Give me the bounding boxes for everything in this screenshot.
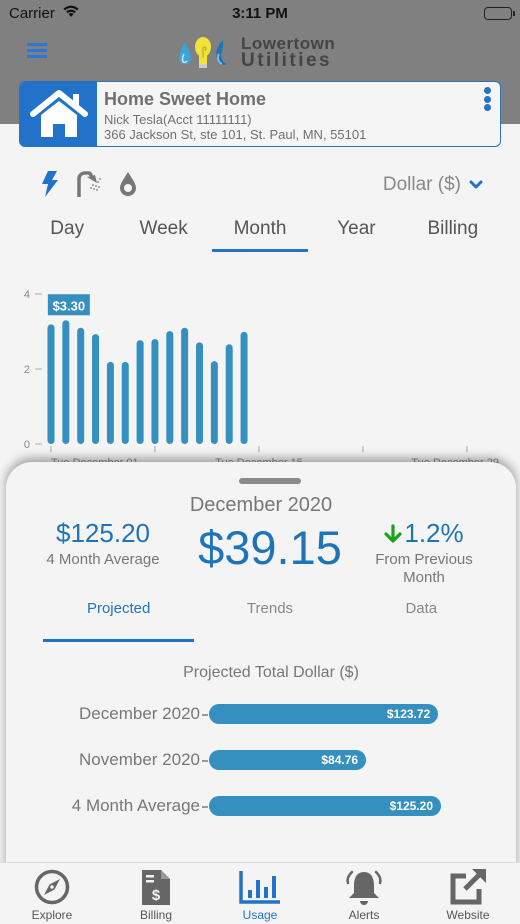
change-value: 1.2%: [354, 518, 494, 549]
tabbar-label: Billing: [139, 908, 172, 922]
chart-bar: [62, 320, 70, 444]
change-label: From Previous Month: [375, 551, 473, 586]
chart-bar: [240, 331, 248, 444]
projected-bar: $125.20: [209, 796, 441, 816]
y-tick-label: 2: [24, 364, 30, 376]
logo-line2: Utilities: [241, 50, 333, 71]
projected-bar: $84.76: [209, 750, 367, 770]
status-bar: Carrier 3:11 PM: [0, 0, 520, 28]
chart-bar: [166, 331, 174, 444]
tabbar-label: Usage: [242, 908, 278, 922]
projected-row-label: December 2020: [79, 704, 200, 723]
tabbar-label: Explore: [31, 908, 73, 922]
chart-bar: [181, 327, 189, 444]
sheet-grabber-handle[interactable]: [239, 478, 301, 484]
chart-bar: [210, 361, 218, 444]
tab-week[interactable]: Week: [115, 216, 211, 252]
chart-bar: [136, 340, 144, 444]
shower-icon[interactable]: [76, 171, 102, 202]
water-drop-icon[interactable]: [118, 171, 138, 202]
chart-bar: [196, 342, 203, 444]
bar-chart-icon: [239, 871, 280, 904]
y-tick-label: 0: [24, 439, 30, 451]
chart-bar: [106, 361, 114, 444]
unit-dropdown[interactable]: Dollar ($): [383, 174, 483, 196]
summary-sheet: December 2020 $125.20 4 Month Average $3…: [6, 462, 516, 882]
bell-icon: [346, 870, 382, 905]
tabbar-explore[interactable]: Explore: [0, 863, 104, 924]
unit-selected: Dollar ($): [382, 174, 461, 195]
tab-data[interactable]: Data: [346, 600, 497, 642]
compass-icon: [34, 869, 70, 905]
tabbar-label: Website: [446, 908, 490, 922]
tab-billing[interactable]: Billing: [405, 216, 501, 252]
projected-bar-value: $125.20: [389, 799, 433, 813]
tabbar-usage[interactable]: Usage: [208, 863, 312, 924]
account-holder: Nick Tesla(Acct 11111111): [104, 112, 252, 127]
period-tabs: Day Week Month Year Billing: [19, 216, 501, 252]
account-card[interactable]: Home Sweet Home Nick Tesla(Acct 11111111…: [19, 81, 501, 147]
projected-row: November 2020 $84.76: [6, 749, 516, 771]
bottom-tab-bar: Explore $ Billing Usage Alerts Website: [0, 862, 520, 924]
chart-bar: [225, 344, 233, 444]
chart-tooltip-label: $3.30: [53, 298, 86, 313]
home-icon: [20, 82, 97, 146]
chart-bar: [92, 334, 100, 444]
account-address: 366 Jackson St, ste 101, St. Paul, MN, 5…: [104, 127, 367, 142]
change-percent: 1.2%: [404, 518, 464, 548]
y-tick-label: 4: [24, 289, 30, 301]
tabbar-alerts[interactable]: Alerts: [312, 863, 416, 924]
hamburger-menu-button[interactable]: [27, 43, 47, 59]
tab-day[interactable]: Day: [19, 216, 115, 252]
tabbar-website[interactable]: Website: [416, 863, 520, 924]
summary-tabs: Projected Trends Data: [43, 600, 497, 642]
projected-row: 4 Month Average $125.20: [6, 795, 516, 817]
projected-title: Projected Total Dollar ($): [183, 664, 359, 681]
status-time: 3:11 PM: [232, 5, 288, 22]
projected-bar-value: $84.76: [321, 753, 359, 767]
external-link-icon: [450, 869, 486, 905]
svg-text:$: $: [152, 887, 161, 904]
usage-screen: Carrier 3:11 PM Lowertown Utilities Home…: [0, 0, 520, 924]
axis-tick: [202, 714, 208, 716]
tabbar-billing[interactable]: $ Billing: [104, 863, 208, 924]
axis-tick: [202, 760, 208, 762]
projected-row-label: November 2020: [79, 750, 200, 769]
tab-projected[interactable]: Projected: [43, 600, 195, 642]
arrow-down-icon: [384, 523, 402, 543]
chart-bar: [77, 327, 85, 444]
chart-bar: [151, 339, 159, 444]
current-cost-value: $39.15: [198, 521, 342, 574]
projected-row: December 2020 $123.72: [6, 703, 516, 725]
account-name: Home Sweet Home: [104, 89, 267, 109]
projected-row-label: 4 Month Average: [71, 796, 200, 815]
tab-month[interactable]: Month: [212, 216, 309, 252]
axis-tick: [202, 806, 208, 808]
lightning-icon[interactable]: [40, 171, 60, 202]
tab-trends[interactable]: Trends: [194, 600, 345, 642]
chevron-down-icon: [469, 180, 483, 189]
bill-icon: $: [142, 870, 170, 905]
lowertown-utilities-logo: Lowertown Utilities: [177, 32, 335, 72]
utility-logo-icon: [179, 37, 227, 68]
usage-bar-chart[interactable]: 024Tue December 01Tue December 15Tue Dec…: [0, 280, 520, 470]
battery-icon: [484, 7, 515, 20]
tabbar-label: Alerts: [348, 908, 380, 922]
projected-bar-value: $123.72: [386, 707, 431, 721]
projected-bar: $123.72: [209, 704, 439, 724]
more-options-icon[interactable]: [482, 87, 492, 113]
summary-month: December 2020: [189, 494, 333, 516]
tab-year[interactable]: Year: [308, 216, 404, 252]
chart-bar: [47, 324, 55, 444]
chart-bar: [121, 361, 129, 444]
average-label: 4 Month Average: [46, 551, 160, 568]
average-value: $125.20: [56, 518, 150, 548]
